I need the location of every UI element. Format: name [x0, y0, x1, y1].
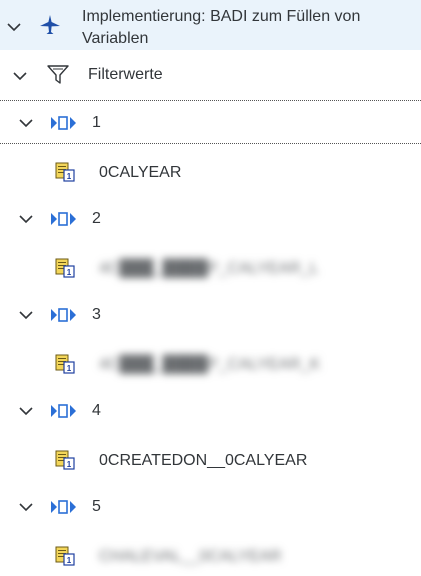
node-group-icon [50, 499, 78, 520]
tree-filter-label: Filterwerte [88, 66, 163, 83]
tree-group-label: 4 [92, 402, 101, 419]
svg-text:1: 1 [67, 268, 72, 277]
variable-document-icon: 1 [55, 258, 75, 283]
tree-root-row[interactable]: Implementierung: BADI zum Füllen von Var… [0, 0, 421, 50]
tree-child-row[interactable]: 1 0CREATEDON__0CALYEAR [0, 440, 421, 480]
node-group-icon [50, 211, 78, 232]
chevron-down-icon[interactable] [18, 211, 34, 227]
node-group-icon [50, 403, 78, 424]
svg-text:1: 1 [67, 460, 72, 469]
tree-group-label: 3 [92, 306, 101, 323]
tree-child-row[interactable]: 1 0CALYEAR [0, 152, 421, 192]
tree-child-label: 4C███_████P_CALYEAR_K [99, 356, 321, 373]
funnel-icon [47, 65, 69, 84]
tree-group-row[interactable]: 5 [0, 487, 421, 527]
tree-group-label: 1 [92, 114, 101, 131]
chevron-down-icon[interactable] [6, 19, 22, 35]
chevron-down-icon[interactable] [18, 403, 34, 419]
tree-child-label: 0CREATEDON__0CALYEAR [99, 452, 308, 469]
chevron-down-icon[interactable] [18, 307, 34, 323]
tree-group-label: 5 [92, 498, 101, 515]
focus-outline-bottom [0, 143, 421, 144]
tree-group-row[interactable]: 3 [0, 295, 421, 335]
focus-outline-top [0, 100, 421, 101]
tree-child-row[interactable]: 1 4C███_████P_CALYEAR_L [0, 248, 421, 288]
tree-group-row[interactable]: 4 [0, 391, 421, 431]
svg-text:1: 1 [67, 556, 72, 565]
variable-document-icon: 1 [55, 162, 75, 187]
tree-child-label: 0CALYEAR [99, 164, 182, 181]
tree-child-label: 4C███_████P_CALYEAR_L [99, 260, 319, 277]
chevron-down-icon[interactable] [18, 115, 34, 131]
node-group-icon [50, 115, 78, 136]
tree-group-row[interactable]: 1 [0, 103, 421, 143]
node-group-icon [50, 307, 78, 328]
tree-child-label: CHALEVAL__0CALYEAR [99, 548, 282, 565]
variable-document-icon: 1 [55, 450, 75, 475]
tree-child-row[interactable]: 1 CHALEVAL__0CALYEAR [0, 536, 421, 576]
chevron-down-icon[interactable] [12, 68, 28, 84]
tree-root-label: Implementierung: BADI zum Füllen von Var… [82, 8, 361, 47]
svg-text:1: 1 [67, 364, 72, 373]
plane-icon [40, 15, 60, 34]
tree-filter-row[interactable]: Filterwerte [0, 52, 421, 96]
svg-text:1: 1 [67, 172, 72, 181]
tree-group-label: 2 [92, 210, 101, 227]
tree-group-row[interactable]: 2 [0, 199, 421, 239]
tree-child-row[interactable]: 1 4C███_████P_CALYEAR_K [0, 344, 421, 384]
chevron-down-icon[interactable] [18, 499, 34, 515]
variable-document-icon: 1 [55, 354, 75, 379]
variable-document-icon: 1 [55, 546, 75, 571]
